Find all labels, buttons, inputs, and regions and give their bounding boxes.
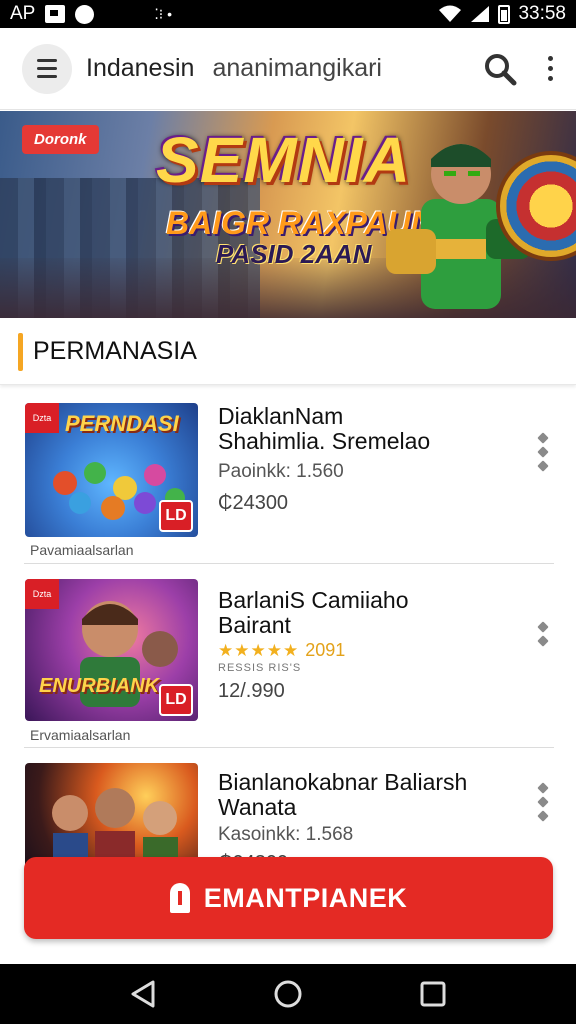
more-vert-icon [537, 432, 549, 444]
system-nav-bar [0, 964, 576, 1024]
more-vert-icon [537, 782, 549, 794]
thumbnail-badge: LD [159, 684, 193, 716]
item-title-line2: Bairant [218, 612, 291, 638]
thumbnail-badge: LD [159, 500, 193, 532]
item-meta: Paoinkk: 1.560 [218, 461, 344, 482]
menu-button[interactable] [22, 43, 72, 94]
status-left: AP ⁚⁝ • [10, 3, 172, 25]
status-right: 33:58 [438, 3, 566, 25]
item-price: ₵24300 [218, 492, 289, 514]
primary-cta-button[interactable]: EMANTPIANEK [24, 857, 553, 939]
item-title: BarlaniS Camiiaho [218, 587, 409, 613]
home-button[interactable] [266, 972, 310, 1016]
thumbnail-caption: Pavamiaalsarlan [30, 542, 134, 558]
back-triangle-icon [131, 980, 155, 1008]
section-header: PERMANASIA [0, 319, 576, 385]
item-subtext: RESSIS RIS'S [218, 662, 302, 674]
banner-tag: Doronk [22, 125, 99, 154]
item-title: DiaklanNam [218, 403, 344, 429]
app-subtitle: ananimangikari [212, 54, 382, 82]
more-vert-icon [537, 621, 549, 633]
battery-icon [498, 4, 511, 24]
app-title: Indanesin [86, 54, 195, 82]
item-thumbnail: Dzta PERNDASI LD [25, 403, 198, 537]
back-button[interactable] [121, 972, 165, 1016]
search-button[interactable] [478, 47, 522, 91]
cta-label: EMANTPIANEK [203, 882, 408, 913]
alert-icon [169, 883, 190, 913]
home-circle-icon [274, 980, 302, 1008]
item-more-button[interactable] [536, 612, 550, 656]
item-more-button[interactable] [536, 780, 550, 824]
promo-banner[interactable]: Doronk SEMNIA BAIGR RAXPAUNS PASID 2AAN [0, 111, 576, 318]
status-dots: ⁚⁝ • [154, 5, 173, 22]
item-title: Bianlanokabnar Baliarsh [218, 769, 468, 795]
signal-icon [471, 6, 490, 22]
item-title-line2: Wanata [218, 794, 297, 820]
thumbnail-ribbon: Dzta [25, 579, 59, 609]
section-title: PERMANASIA [33, 337, 197, 365]
banner-title: SEMNIA [156, 124, 411, 196]
item-rating: ★★★★★ 2091 [218, 640, 345, 661]
thumbnail-caption: Ervamiaalsarlan [30, 727, 131, 743]
status-bar: AP ⁚⁝ • 33:58 [0, 0, 576, 28]
more-vert-icon [547, 56, 553, 61]
rating-count: 2091 [305, 640, 346, 660]
item-meta: Kasoinkk: 1.568 [218, 824, 354, 845]
item-price: 12/.990 [218, 680, 285, 702]
thumbnail-title: ENURBIANK [39, 675, 159, 697]
list-item[interactable]: Dzta ENURBIANK LD Ervamiaalsarlan Barlan… [0, 564, 576, 748]
notification-icon [45, 5, 66, 23]
banner-subtitle-secondary: PASID 2AAN [216, 239, 372, 269]
thumbnail-title: PERNDASI [65, 411, 179, 436]
carrier-label: AP [10, 3, 36, 24]
wifi-icon [439, 5, 462, 22]
section-accent-bar [18, 332, 23, 371]
thumbnail-ribbon: Dzta [25, 403, 59, 433]
item-more-button[interactable] [536, 430, 550, 474]
top-app-bar: Indanesin ananimangikari [0, 28, 576, 110]
list-item[interactable]: Dzta PERNDASI LD Pavamiaalsarlan Diaklan… [0, 386, 576, 564]
star-icon: ★★★★★ [218, 640, 300, 660]
item-thumbnail: Dzta ENURBIANK LD [25, 579, 198, 721]
app-notification-icon [75, 4, 95, 24]
menu-icon [37, 59, 57, 62]
recents-square-icon [420, 981, 446, 1007]
item-title-line2: Shahimlia. Sremelao [218, 428, 431, 454]
overflow-menu-button[interactable] [540, 47, 560, 91]
clock: 33:58 [518, 3, 566, 24]
recents-button[interactable] [411, 972, 455, 1016]
search-icon [485, 53, 517, 85]
